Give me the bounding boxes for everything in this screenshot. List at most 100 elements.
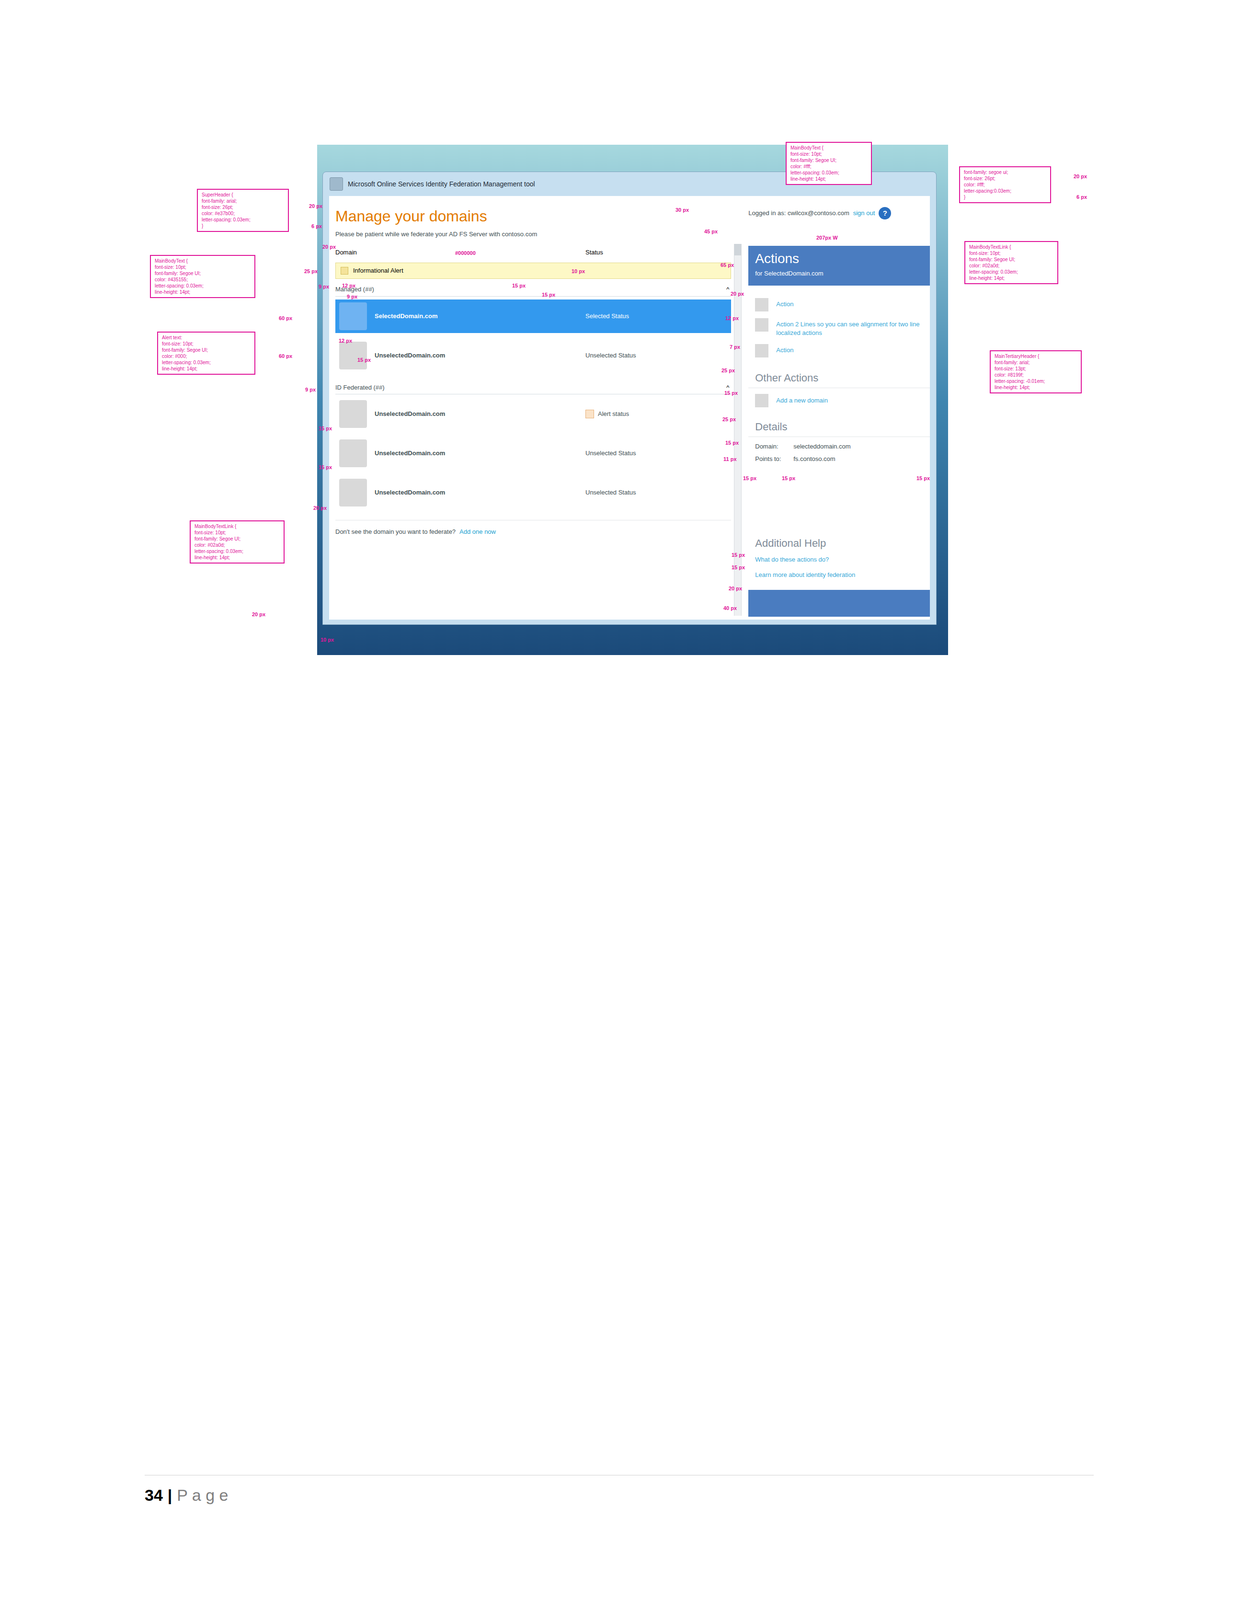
measure-label: 20 px bbox=[322, 242, 336, 252]
action-icon bbox=[755, 318, 769, 332]
measure-label: 15 px bbox=[318, 424, 332, 433]
measure-label: 15 px bbox=[731, 550, 745, 560]
measure-label: 30 px bbox=[675, 206, 689, 215]
sign-out-link[interactable]: sign out bbox=[853, 208, 876, 218]
page-footer: 34|P a g e bbox=[144, 1474, 1094, 1508]
actions-pane: Logged in as: cwilcox@contoso.comsign ou… bbox=[748, 195, 930, 620]
help-link[interactable]: What do these actions do? bbox=[755, 554, 924, 565]
style-callout: MainBodyTextLink {font-size: 10pt;font-f… bbox=[189, 520, 285, 564]
detail-field: Points to:fs.contoso.com bbox=[755, 454, 924, 464]
alert-bar: Informational Alert bbox=[335, 262, 732, 279]
add-domain-link[interactable]: Add one now bbox=[459, 526, 496, 537]
column-header[interactable]: Status bbox=[585, 247, 604, 258]
screenshot: Microsoft Online Services Identity Feder… bbox=[317, 144, 949, 655]
measure-label: 45 px bbox=[704, 227, 718, 236]
measure-label: 20 px bbox=[309, 202, 323, 211]
actions-header: Actionsfor SelectedDomain.com bbox=[748, 245, 930, 286]
app-icon bbox=[329, 177, 344, 191]
domain-icon bbox=[339, 302, 367, 331]
domain-row[interactable]: UnselectedDomain.comUnselected Status bbox=[335, 475, 732, 510]
measure-label: 15 px bbox=[781, 474, 796, 483]
domain-group: Managed (##)^ SelectedDomain.comSelected … bbox=[335, 284, 732, 373]
style-callout: MainBodyTextLink {font-size: 10pt;font-f… bbox=[964, 240, 1059, 285]
measure-label: 15 px bbox=[724, 389, 738, 398]
measure-label: 207px W bbox=[816, 233, 838, 242]
measure-label: 6 px bbox=[311, 222, 322, 231]
group-header[interactable]: Managed (##)^ bbox=[335, 284, 732, 297]
help-link[interactable]: Learn more about identity federation bbox=[755, 570, 924, 580]
domain-status: Alert status bbox=[585, 409, 630, 419]
domain-row[interactable]: SelectedDomain.comSelected Status bbox=[335, 299, 732, 333]
app-window: Microsoft Online Services Identity Feder… bbox=[322, 171, 937, 625]
measure-label: 15 px bbox=[318, 463, 332, 472]
add-domain-prompt: Don't see the domain you want to federat… bbox=[335, 519, 732, 537]
measure-label: 15 px bbox=[725, 438, 739, 447]
measure-label: 9 px bbox=[305, 385, 316, 394]
measure-label: 25 px bbox=[721, 366, 735, 375]
measure-label: 15 px bbox=[731, 563, 745, 572]
measure-label: 20 px bbox=[313, 503, 327, 513]
domain-group: ID Federated (##)^UnselectedDomain.comAl… bbox=[335, 382, 732, 510]
measure-label: 10 px bbox=[320, 635, 334, 644]
measure-label: 9 px bbox=[346, 292, 358, 301]
detail-field: Domain:selecteddomain.com bbox=[755, 441, 924, 452]
action-item[interactable]: Action 2 Lines so you can see alignment … bbox=[755, 318, 924, 338]
domain-row[interactable]: UnselectedDomain.comUnselected Status bbox=[335, 338, 732, 373]
measure-label: 12 px bbox=[342, 281, 356, 290]
page-title: Manage your domains bbox=[335, 206, 732, 226]
action-icon bbox=[755, 297, 769, 312]
measure-label: 10 px bbox=[571, 267, 585, 276]
domain-name: SelectedDomain.com bbox=[374, 311, 586, 321]
measure-label: 15 px bbox=[916, 474, 930, 483]
action-icon bbox=[755, 393, 769, 408]
measure-label: 20 px bbox=[251, 610, 266, 619]
measure-label: 15 px bbox=[512, 281, 526, 290]
help-title: Additional Help bbox=[748, 535, 930, 551]
measure-label: 15 px bbox=[541, 290, 556, 299]
actions-list: Action Action 2 Lines so you can see alig… bbox=[748, 297, 930, 358]
measure-label: 60 px bbox=[278, 352, 293, 361]
measure-label: 25 px bbox=[304, 267, 318, 276]
measure-label: 40 px bbox=[723, 604, 737, 613]
scroll-thumb[interactable] bbox=[734, 243, 742, 256]
account-bar: Logged in as: cwilcox@contoso.comsign ou… bbox=[748, 205, 930, 221]
document-page: Microsoft Online Services Identity Feder… bbox=[0, 0, 1236, 1600]
window-title: Microsoft Online Services Identity Feder… bbox=[347, 179, 536, 190]
style-callout: SuperHeader {font-family: arial;font-siz… bbox=[196, 188, 289, 232]
domain-status: Selected Status bbox=[585, 311, 630, 321]
alert-icon bbox=[585, 409, 595, 419]
domain-row[interactable]: UnselectedDomain.comUnselected Status bbox=[335, 436, 732, 470]
measure-label: 11 px bbox=[723, 455, 737, 464]
measure-label: 12 px bbox=[338, 336, 353, 345]
style-callout: MainBodyText {font-size: 10pt;font-famil… bbox=[785, 141, 872, 185]
collapse-toggle[interactable]: ^ bbox=[726, 284, 732, 295]
measure-label: 15 px bbox=[743, 474, 757, 483]
measure-label: 65 px bbox=[720, 261, 734, 270]
measure-label: 6 px bbox=[1076, 193, 1088, 202]
domains-pane: Manage your domains Please be patient whi… bbox=[329, 195, 734, 620]
help-icon[interactable]: ? bbox=[878, 206, 892, 220]
domain-name: UnselectedDomain.com bbox=[374, 448, 586, 458]
measure-label: 20 px bbox=[1073, 172, 1088, 181]
details-title: Details bbox=[748, 418, 930, 437]
measure-label: 20 px bbox=[728, 584, 743, 593]
action-item[interactable]: Action bbox=[755, 297, 924, 312]
domain-status: Unselected Status bbox=[585, 448, 637, 458]
action-item[interactable]: Action bbox=[755, 343, 924, 358]
page-number: 34 bbox=[144, 1482, 163, 1508]
scrollbar[interactable] bbox=[733, 243, 742, 616]
window-content: Manage your domains Please be patient whi… bbox=[329, 195, 930, 620]
measure-label: 20 px bbox=[730, 289, 744, 298]
domain-status: Unselected Status bbox=[585, 487, 637, 498]
domain-name: UnselectedDomain.com bbox=[374, 487, 586, 498]
measure-label: 9 px bbox=[318, 282, 330, 291]
page-subtitle: Please be patient while we federate your… bbox=[335, 229, 732, 240]
domain-icon bbox=[339, 341, 367, 370]
measure-label: 60 px bbox=[278, 314, 293, 323]
measure-label: 7 px bbox=[729, 343, 741, 352]
domain-icon bbox=[339, 400, 367, 428]
domain-row[interactable]: UnselectedDomain.comAlert status bbox=[335, 397, 732, 431]
group-header[interactable]: ID Federated (##)^ bbox=[335, 382, 732, 395]
measure-label: 12 px bbox=[725, 314, 739, 323]
other-action-item[interactable]: Add a new domain bbox=[755, 393, 924, 408]
